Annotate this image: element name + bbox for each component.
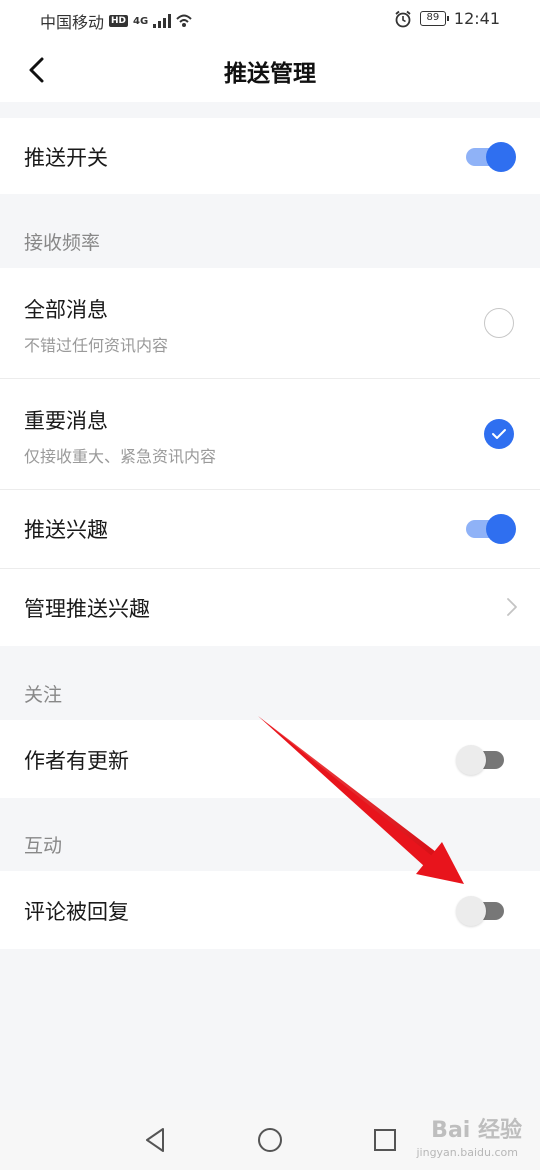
- signal-icon: [153, 14, 172, 28]
- manage-interest-row[interactable]: 管理推送兴趣: [0, 569, 540, 646]
- push-interest-label: 推送兴趣: [24, 518, 108, 542]
- chevron-right-icon: [507, 598, 517, 616]
- recents-square-icon[interactable]: [370, 1125, 400, 1155]
- status-bar: 中国移动 HD 4G 89 12:41: [0, 0, 540, 38]
- push-switch-toggle[interactable]: [464, 140, 516, 172]
- watermark-url: jingyan.baidu.com: [416, 1146, 518, 1159]
- nav-bar: 推送管理: [0, 38, 540, 102]
- comment-reply-label: 评论被回复: [24, 900, 129, 924]
- page-title: 推送管理: [224, 61, 316, 87]
- section-header-follow: 关注: [24, 684, 63, 706]
- status-right: 89 12:41: [394, 9, 500, 28]
- manage-interest-label: 管理推送兴趣: [24, 597, 150, 621]
- frequency-option-important[interactable]: 重要消息 仅接收重大、紧急资讯内容: [0, 379, 540, 489]
- carrier-label: 中国移动: [40, 13, 105, 32]
- option-subtitle: 仅接收重大、紧急资讯内容: [24, 447, 217, 466]
- option-title: 重要消息: [24, 409, 108, 433]
- option-title: 全部消息: [24, 298, 108, 322]
- interaction-card: 评论被回复: [0, 871, 540, 949]
- author-update-label: 作者有更新: [24, 749, 129, 773]
- section-header-interaction: 互动: [24, 835, 63, 857]
- option-subtitle: 不错过任何资讯内容: [24, 336, 169, 355]
- alarm-icon: [395, 10, 411, 27]
- checkmark-icon: [492, 429, 506, 439]
- wifi-icon: [176, 14, 192, 27]
- push-switch-label: 推送开关: [24, 146, 108, 170]
- follow-card: 作者有更新: [0, 720, 540, 798]
- push-switch-card: 推送开关: [0, 118, 540, 194]
- push-interest-toggle[interactable]: [464, 512, 516, 544]
- radio-unchecked[interactable]: [484, 308, 514, 338]
- hd-badge: HD: [109, 15, 129, 27]
- network-label: 4G: [133, 15, 149, 27]
- radio-checked[interactable]: [484, 419, 514, 449]
- back-triangle-icon[interactable]: [140, 1125, 170, 1155]
- battery-indicator: 89: [419, 11, 449, 26]
- frequency-option-all[interactable]: 全部消息 不错过任何资讯内容: [0, 268, 540, 378]
- watermark-logo: Bai 经验: [431, 1118, 522, 1143]
- comment-reply-toggle[interactable]: [456, 894, 508, 926]
- frequency-card: 全部消息 不错过任何资讯内容 重要消息 仅接收重大、紧急资讯内容 推送兴趣 管理…: [0, 268, 540, 646]
- section-header-frequency: 接收频率: [24, 232, 101, 254]
- push-interest-row: 推送兴趣: [0, 490, 540, 568]
- status-left: 中国移动 HD 4G: [40, 9, 192, 33]
- author-update-toggle[interactable]: [456, 743, 508, 775]
- home-circle-icon[interactable]: [255, 1125, 285, 1155]
- clock-label: 12:41: [453, 9, 500, 28]
